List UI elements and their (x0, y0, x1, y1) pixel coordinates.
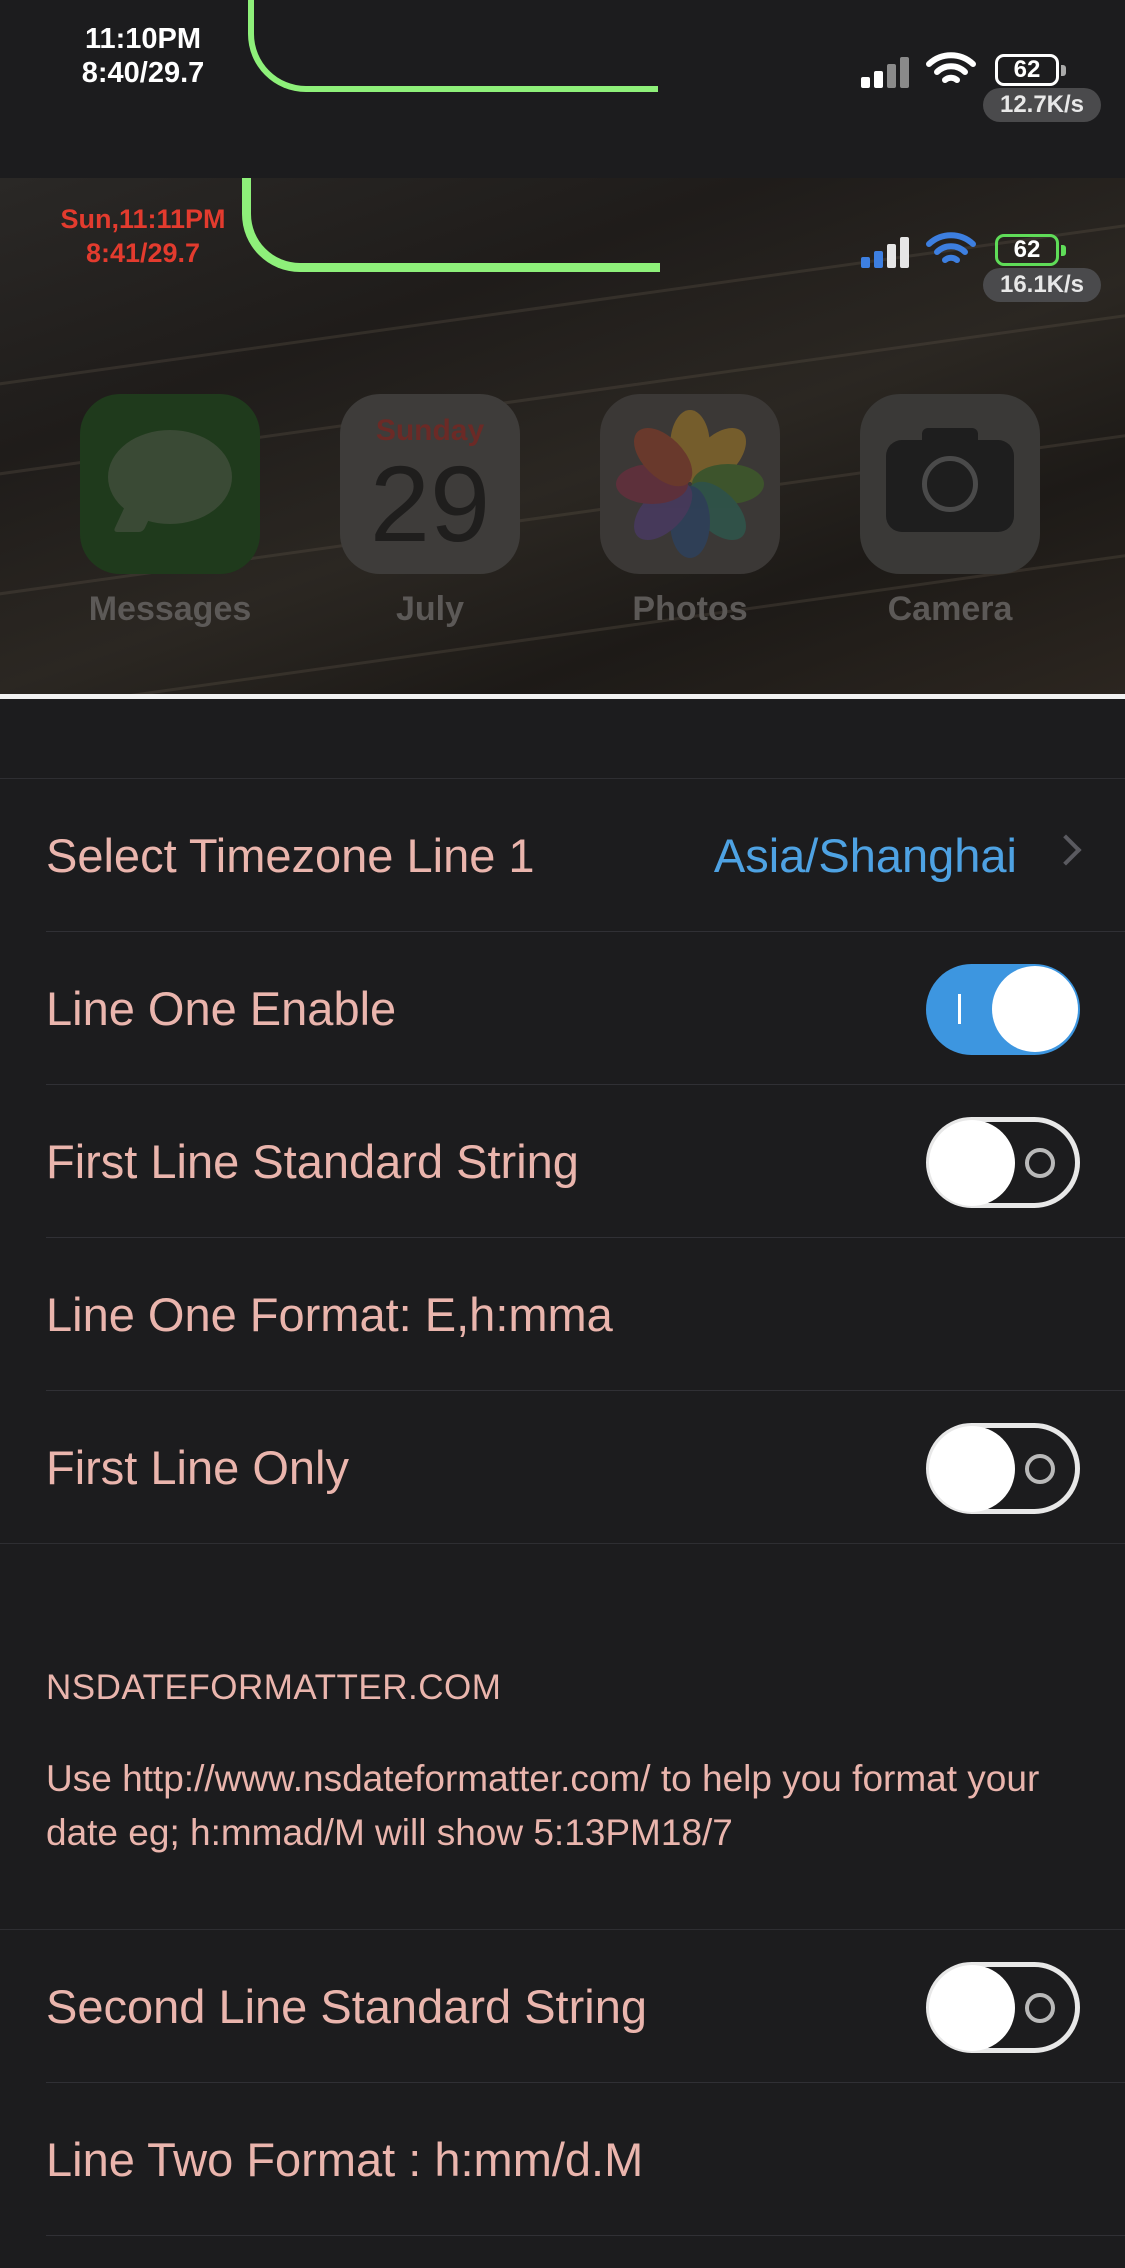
status-clock-line2: 8:40/29.7 (81, 57, 205, 89)
app-icon-row: Messages Sunday 29 July Photos Camera (80, 394, 1080, 654)
app-messages: Messages (80, 394, 260, 654)
settings-group-line-one: Select Timezone Line 1 Asia/Shanghai Lin… (0, 779, 1125, 1544)
group-divider (0, 1543, 1125, 1544)
preview-clock: Sun,11:11PM 8:41/29.7 (38, 202, 248, 270)
preview-clock-line1: Sun,11:11PM (60, 204, 226, 234)
status-clock: 11:10PM 8:40/29.7 (58, 22, 228, 90)
calendar-icon: Sunday 29 (340, 394, 520, 574)
status-indicators: 62 12.7K/s (861, 50, 1111, 130)
line-one-enable-label: Line One Enable (46, 982, 397, 1035)
first-line-standard-toggle[interactable] (926, 1117, 1080, 1208)
app-camera: Camera (860, 394, 1040, 654)
preview-clock-line2: 8:41/29.7 (85, 238, 201, 268)
section-header: NSDATEFORMATTER.COM (46, 1668, 502, 1707)
status-bar: 11:10PM 8:40/29.7 62 12.7K/s (0, 0, 1125, 178)
status-clock-line1: 11:10PM (84, 23, 202, 55)
battery-icon: 62 (995, 234, 1066, 266)
second-line-standard-label: Second Line Standard String (46, 1980, 647, 2033)
calendar-date: 29 (369, 443, 491, 564)
line-two-format-row[interactable]: Line Two Format : h:mm/d.M (0, 2083, 1125, 2236)
cellular-signal-icon (861, 236, 911, 268)
app-calendar: Sunday 29 July (340, 394, 520, 654)
line-one-format-row[interactable]: Line One Format: E,h:mma (0, 1238, 1125, 1391)
line-one-enable-row: Line One Enable (0, 932, 1125, 1085)
second-line-standard-row: Second Line Standard String (0, 1930, 1125, 2083)
app-label: Messages (88, 590, 252, 628)
net-speed-badge: 12.7K/s (983, 88, 1101, 122)
wifi-icon (926, 52, 976, 83)
notch-outline (248, 0, 658, 92)
line-two-format-field[interactable]: Line Two Format : h:mm/d.M (46, 2083, 643, 2236)
first-line-only-row: First Line Only (0, 1391, 1125, 1544)
net-speed-badge: 16.1K/s (983, 268, 1101, 302)
camera-icon (860, 394, 1040, 574)
photos-icon (600, 394, 780, 574)
timezone-line1-label: Select Timezone Line 1 (46, 829, 535, 882)
first-line-standard-label: First Line Standard String (46, 1135, 579, 1188)
second-line-standard-toggle[interactable] (926, 1962, 1080, 2053)
app-label: Camera (887, 590, 1013, 628)
app-label: July (395, 590, 465, 628)
timezone-line1-row[interactable]: Select Timezone Line 1 Asia/Shanghai (0, 779, 1125, 932)
preview-divider (0, 694, 1125, 699)
preview-status-indicators: 62 16.1K/s (861, 230, 1111, 310)
line-one-format-field[interactable]: Line One Format: E,h:mma (46, 1238, 613, 1391)
app-photos: Photos (600, 394, 780, 654)
lockscreen-preview: Sun,11:11PM 8:41/29.7 62 16.1K/s Message… (0, 178, 1125, 698)
first-line-standard-row: First Line Standard String (0, 1085, 1125, 1238)
line-one-enable-toggle[interactable] (926, 964, 1080, 1055)
app-label: Photos (632, 590, 748, 628)
wifi-icon (926, 232, 976, 263)
first-line-only-toggle[interactable] (926, 1423, 1080, 1514)
chevron-right-icon (1050, 834, 1082, 866)
preview-notch-outline (242, 178, 660, 272)
section-footer-text: Use http://www.nsdateformatter.com/ to h… (46, 1758, 1040, 1853)
first-line-only-label: First Line Only (46, 1441, 349, 1494)
battery-icon: 62 (995, 54, 1066, 86)
cellular-signal-icon (861, 56, 911, 88)
settings-group-line-two: Second Line Standard String Line Two For… (0, 1930, 1125, 2268)
timezone-line1-value: Asia/Shanghai (713, 829, 1017, 882)
messages-icon (80, 394, 260, 574)
